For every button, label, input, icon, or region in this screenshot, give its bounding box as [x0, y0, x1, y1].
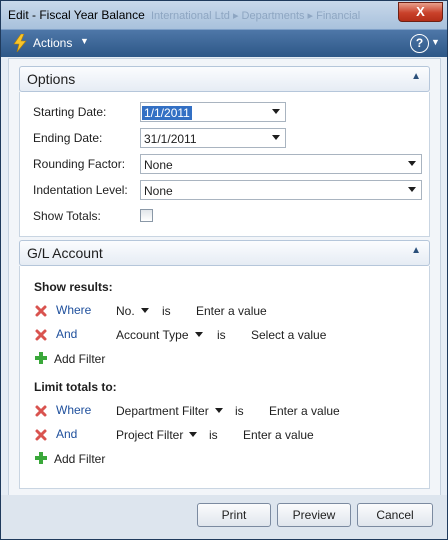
action-bar: Actions ▼ ? ▼: [1, 29, 447, 57]
remove-filter-x-icon[interactable]: [34, 304, 48, 318]
rounding-factor-value: None: [144, 158, 173, 172]
limit-totals-label: Limit totals to:: [34, 380, 117, 394]
close-button[interactable]: X: [398, 2, 443, 22]
content-area: Options ▲ Starting Date: 1/1/2011 Ending…: [8, 58, 441, 496]
dropdown-arrow-icon[interactable]: [272, 135, 280, 140]
filter-operator: is: [235, 404, 244, 418]
gl-account-panel-header[interactable]: G/L Account ▲: [19, 240, 430, 266]
filter-value-input[interactable]: Enter a value: [269, 404, 340, 418]
filter-connector-and[interactable]: And: [56, 327, 77, 341]
gl-account-panel-body: Show results: Where No. is Enter a value…: [19, 266, 430, 489]
starting-date-label: Starting Date:: [33, 105, 107, 119]
collapse-chevron-up-icon[interactable]: ▲: [411, 71, 421, 82]
filter-value-input[interactable]: Enter a value: [243, 428, 314, 442]
background-breadcrumb: International Ltd ▸ Departments ▸ Financ…: [151, 10, 361, 22]
indentation-level-value: None: [144, 184, 173, 198]
dropdown-arrow-icon[interactable]: [214, 408, 223, 413]
help-chevron-down-icon[interactable]: ▼: [431, 37, 440, 47]
filter-operator: is: [209, 428, 218, 442]
collapse-chevron-up-icon[interactable]: ▲: [411, 245, 421, 256]
add-plus-icon[interactable]: [34, 351, 48, 365]
show-totals-label: Show Totals:: [33, 209, 101, 223]
dropdown-arrow-icon[interactable]: [194, 332, 203, 337]
rounding-factor-select[interactable]: None: [140, 154, 422, 174]
filter-operator: is: [162, 304, 171, 318]
indentation-level-select[interactable]: None: [140, 180, 422, 200]
rounding-factor-label: Rounding Factor:: [33, 157, 126, 171]
remove-filter-x-icon[interactable]: [34, 428, 48, 442]
filter-field-label: Account Type: [116, 328, 189, 342]
dropdown-arrow-icon[interactable]: [272, 109, 280, 114]
filter-value-input[interactable]: Enter a value: [196, 304, 267, 318]
dialog-footer: Print Preview Cancel: [1, 495, 447, 539]
remove-filter-x-icon[interactable]: [34, 404, 48, 418]
show-results-label: Show results:: [34, 280, 113, 294]
help-icon[interactable]: ?: [410, 34, 429, 53]
add-plus-icon[interactable]: [34, 451, 48, 465]
dropdown-arrow-icon[interactable]: [408, 161, 416, 166]
filter-operator: is: [217, 328, 226, 342]
starting-date-field[interactable]: 1/1/2011: [140, 102, 286, 122]
actions-menu[interactable]: Actions: [33, 36, 72, 50]
dropdown-arrow-icon[interactable]: [140, 308, 149, 313]
filter-field-label: Department Filter: [116, 404, 209, 418]
ending-date-field[interactable]: 31/1/2011: [140, 128, 286, 148]
window-title: Edit - Fiscal Year Balance: [8, 8, 145, 22]
title-bar[interactable]: Edit - Fiscal Year Balance International…: [1, 1, 447, 29]
show-totals-checkbox[interactable]: [140, 209, 153, 222]
filter-connector-where[interactable]: Where: [56, 403, 91, 417]
lightning-bolt-icon: [13, 34, 27, 52]
ending-date-value: 31/1/2011: [144, 132, 197, 146]
preview-button[interactable]: Preview: [277, 503, 351, 527]
options-panel-title: Options: [27, 71, 76, 87]
cancel-button[interactable]: Cancel: [357, 503, 433, 527]
dropdown-arrow-icon[interactable]: [408, 187, 416, 192]
indentation-level-label: Indentation Level:: [33, 183, 128, 197]
dropdown-arrow-icon[interactable]: [189, 432, 198, 437]
filter-field-select[interactable]: Project Filter: [116, 428, 198, 442]
gl-account-panel-title: G/L Account: [27, 245, 103, 261]
filter-connector-and[interactable]: And: [56, 427, 77, 441]
add-filter-link[interactable]: Add Filter: [54, 352, 105, 366]
ending-date-label: Ending Date:: [33, 131, 103, 145]
filter-field-select[interactable]: Account Type: [116, 328, 203, 342]
filter-field-label: No.: [116, 304, 135, 318]
options-panel-body: Starting Date: 1/1/2011 Ending Date: 31/…: [19, 92, 430, 237]
options-panel-header[interactable]: Options ▲: [19, 66, 430, 92]
dialog-window: Edit - Fiscal Year Balance International…: [0, 0, 448, 540]
starting-date-value: 1/1/2011: [142, 106, 192, 120]
filter-value-input[interactable]: Select a value: [251, 328, 326, 342]
filter-field-label: Project Filter: [116, 428, 184, 442]
add-filter-link[interactable]: Add Filter: [54, 452, 105, 466]
print-button[interactable]: Print: [197, 503, 271, 527]
chevron-down-icon[interactable]: ▼: [80, 36, 89, 46]
filter-connector-where[interactable]: Where: [56, 303, 91, 317]
filter-field-select[interactable]: Department Filter: [116, 404, 223, 418]
filter-field-select[interactable]: No.: [116, 304, 149, 318]
remove-filter-x-icon[interactable]: [34, 328, 48, 342]
